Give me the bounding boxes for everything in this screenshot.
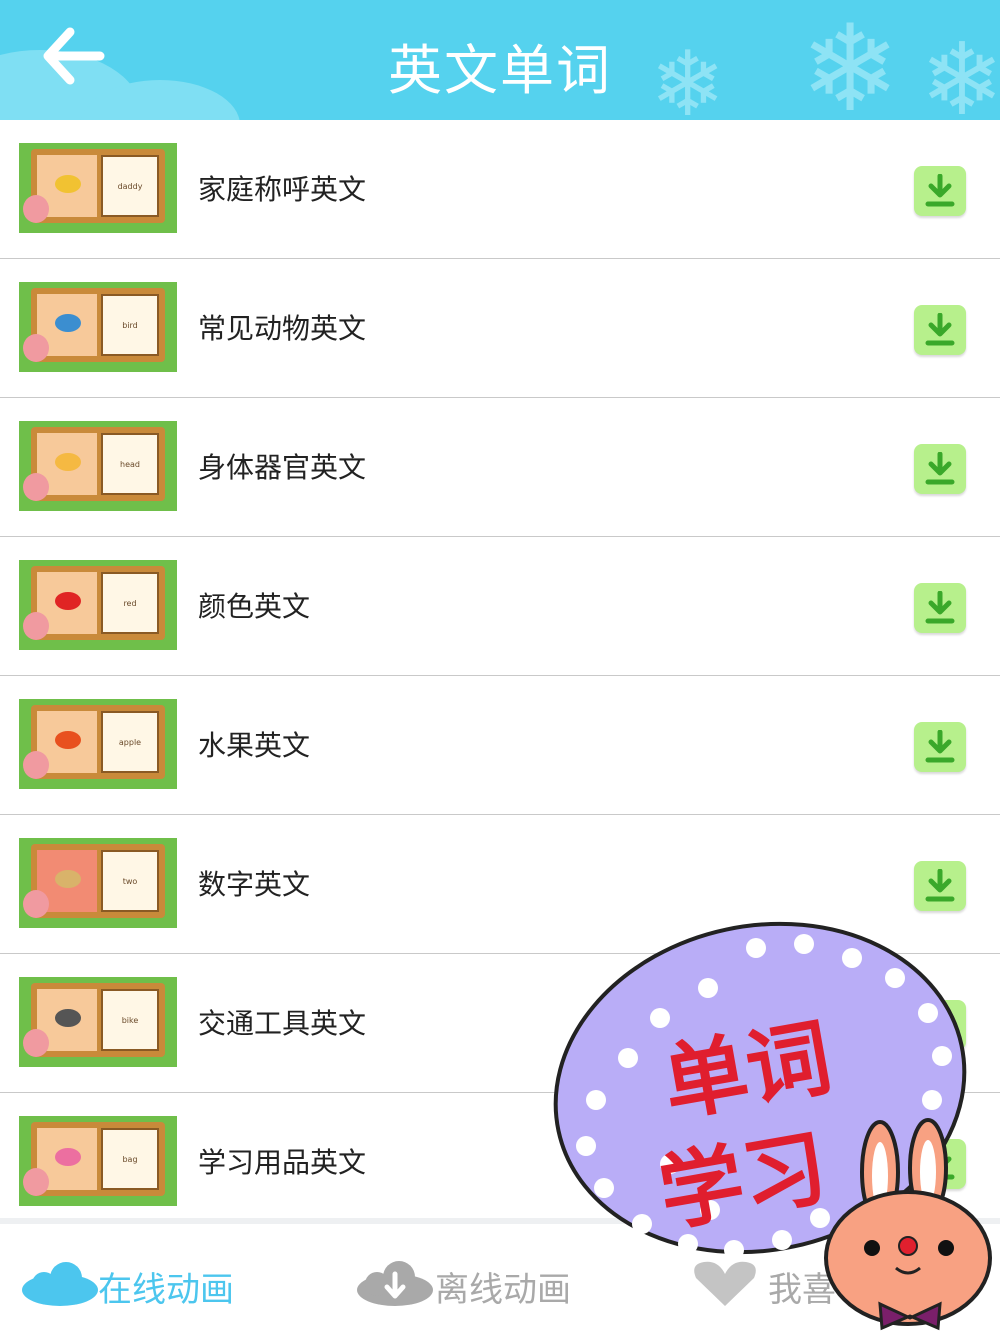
lesson-thumbnail: bike	[19, 977, 177, 1067]
lesson-thumbnail: red	[19, 560, 177, 650]
bunny-mascot	[820, 1118, 1000, 1334]
lesson-title: 颜色英文	[198, 590, 311, 623]
list-item[interactable]: daddy 家庭称呼英文	[0, 120, 1000, 259]
download-icon	[925, 869, 955, 902]
download-button[interactable]	[914, 166, 966, 216]
thumbnail-word-card: head	[101, 433, 159, 495]
thumbnail-word-card: two	[101, 850, 159, 912]
lesson-title: 常见动物英文	[198, 312, 367, 345]
list-item[interactable]: apple 水果英文	[0, 676, 1000, 815]
list-item[interactable]: red 颜色英文	[0, 537, 1000, 676]
tab-label: 离线动画	[435, 1270, 571, 1310]
download-button[interactable]	[914, 583, 966, 633]
lesson-title: 学习用品英文	[198, 1146, 367, 1179]
lesson-title: 家庭称呼英文	[198, 173, 367, 206]
page-title: 英文单词	[388, 39, 612, 102]
download-icon	[925, 591, 955, 624]
lesson-title: 交通工具英文	[198, 1007, 367, 1040]
lesson-thumbnail: apple	[19, 699, 177, 789]
cloud-icon	[22, 1262, 98, 1306]
thumbnail-word-card: bird	[101, 294, 159, 356]
lesson-title: 数字英文	[198, 868, 311, 901]
lesson-thumbnail: head	[19, 421, 177, 511]
download-button[interactable]	[914, 722, 966, 772]
lesson-thumbnail: bag	[19, 1116, 177, 1206]
download-icon	[925, 313, 955, 346]
thumbnail-word-card: bag	[101, 1128, 159, 1190]
download-icon	[925, 452, 955, 485]
download-icon	[925, 174, 955, 207]
tab-offline-animation[interactable]: 离线动画	[355, 1258, 595, 1310]
thumbnail-word-card: red	[101, 572, 159, 634]
lesson-title: 身体器官英文	[198, 451, 367, 484]
cloud-download-icon	[357, 1261, 433, 1306]
download-button[interactable]	[914, 444, 966, 494]
heart-icon	[694, 1261, 756, 1306]
header-bar: ❄ ❄ ❄ 英文单词	[0, 0, 1000, 120]
tab-label: 在线动画	[98, 1270, 234, 1310]
thumbnail-word-card: bike	[101, 989, 159, 1051]
lesson-thumbnail: daddy	[19, 143, 177, 233]
download-button[interactable]	[914, 305, 966, 355]
download-icon	[925, 730, 955, 763]
list-item[interactable]: head 身体器官英文	[0, 398, 1000, 537]
bunny-icon	[824, 1118, 992, 1331]
lesson-thumbnail: two	[19, 838, 177, 928]
thumbnail-word-card: daddy	[101, 155, 159, 217]
download-button[interactable]	[914, 861, 966, 911]
thumbnail-word-card: apple	[101, 711, 159, 773]
lesson-thumbnail: bird	[19, 282, 177, 372]
list-item[interactable]: bird 常见动物英文	[0, 259, 1000, 398]
tab-online-animation[interactable]: 在线动画	[20, 1258, 260, 1310]
lesson-title: 水果英文	[198, 729, 311, 762]
